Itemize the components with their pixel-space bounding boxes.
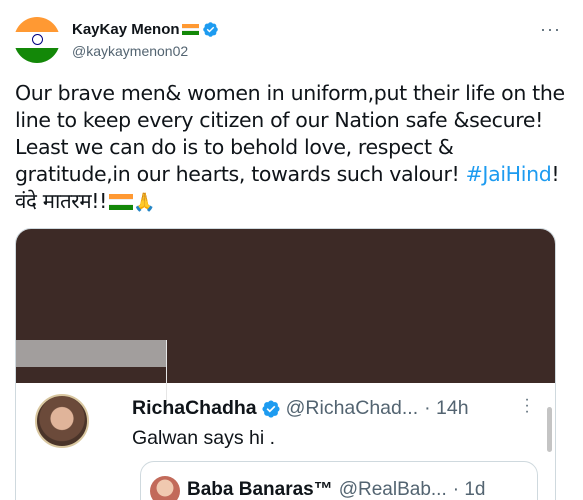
quoted-author-handle: @RichaChad... [285, 397, 419, 419]
nested-quote-card: Baba Banaras™ @RealBab... · 1d [140, 461, 538, 500]
author-avatar[interactable] [14, 17, 60, 63]
quoted-tweet-time: · 14h [424, 397, 469, 419]
nested-quote-avatar [150, 476, 180, 500]
nested-quote-handle: @RealBab... [338, 479, 447, 500]
hashtag-link[interactable]: #JaiHind [466, 162, 552, 186]
nested-quote-time: · 1d [452, 479, 486, 500]
india-flag-icon [181, 24, 199, 36]
nested-quote-name: Baba Banaras™ [187, 479, 333, 500]
india-flag-emoji-icon [108, 194, 133, 211]
folded-hands-emoji-icon: 🙏 [132, 192, 156, 213]
nested-quote-header: Baba Banaras™ @RealBab... · 1d [187, 479, 486, 500]
tweet-hindi-text: वंदे मातरम!! [15, 189, 107, 213]
more-options-icon[interactable]: ··· [540, 20, 561, 38]
author-name[interactable]: KayKay Menon [72, 21, 180, 38]
author-name-row[interactable]: KayKay Menon [72, 21, 219, 38]
verified-badge-icon [262, 399, 280, 418]
tweet-text: Our brave men& women in uniform,put thei… [15, 80, 570, 216]
verified-badge-icon [202, 22, 218, 37]
tweet-body-after-hashtag: ! [551, 162, 560, 186]
author-handle[interactable]: @kaykaymenon02 [72, 43, 188, 59]
tweet-card[interactable]: KayKay Menon @kaykaymenon02 ··· Our brav… [0, 0, 583, 500]
divider [166, 340, 167, 400]
scrollbar-thumb [547, 407, 552, 452]
vertical-more-icon: · · · [524, 391, 530, 420]
quoted-tweet-header: RichaChadha @RichaChad... · 14h [132, 397, 469, 420]
tweet-media-screenshot[interactable]: RichaChadha @RichaChad... · 14h · · · Galw… [15, 228, 556, 500]
blurred-overlay [16, 340, 166, 367]
quoted-tweet-text: Galwan says hi . [132, 427, 276, 449]
quoted-author-name: RichaChadha [132, 397, 257, 419]
quoted-author-avatar [35, 394, 89, 448]
